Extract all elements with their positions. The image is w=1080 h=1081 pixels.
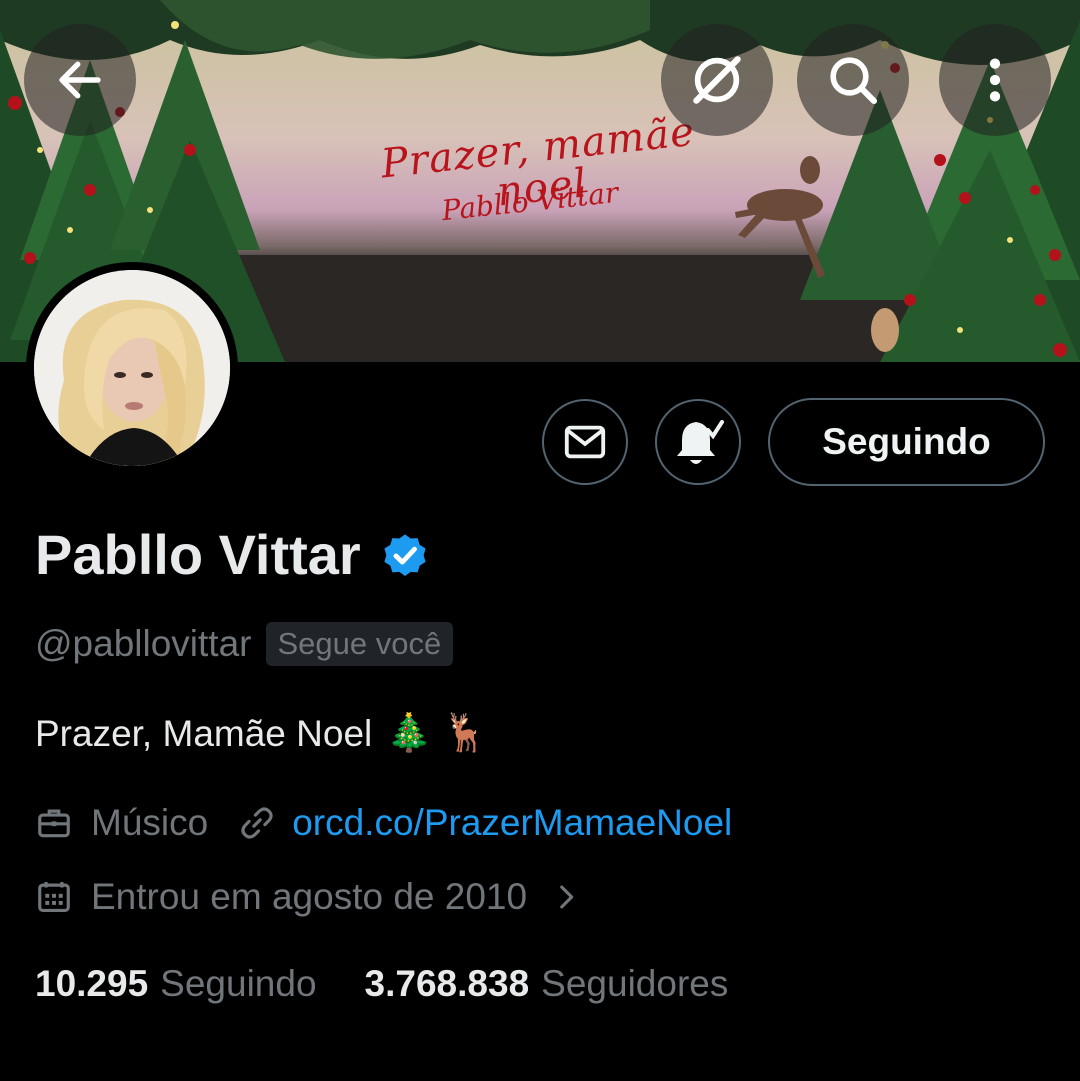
deer-emoji: 🦌 — [442, 712, 489, 753]
more-button[interactable] — [939, 24, 1051, 136]
profile-link[interactable]: orcd.co/PrazerMamaeNoel — [292, 802, 732, 844]
chevron-right-icon — [560, 885, 574, 909]
notifications-button[interactable] — [655, 399, 741, 485]
follow-stats: 10.295 Seguindo 3.768.838 Seguidores — [35, 963, 728, 1005]
following-count: 10.295 — [35, 963, 149, 1004]
profession: Músico — [91, 802, 209, 843]
bio: Prazer, Mamãe Noel 🎄 🦌 — [35, 712, 488, 755]
back-button[interactable] — [24, 24, 136, 136]
follows-you-badge: Segue você — [265, 622, 454, 666]
link-icon — [241, 807, 273, 839]
search-icon — [830, 57, 878, 105]
joined-date: Entrou em agosto de 2010 — [91, 876, 528, 917]
profile-name: Pabllo Vittar — [35, 522, 431, 587]
joined-row[interactable]: Entrou em agosto de 2010 — [35, 876, 583, 918]
display-name: Pabllo Vittar — [35, 523, 361, 586]
handle: @pabllovittar — [35, 623, 252, 664]
search-button[interactable] — [797, 24, 909, 136]
arrow-left-icon — [59, 61, 101, 99]
following-stat[interactable]: 10.295 Seguindo — [35, 963, 317, 1005]
avatar-image — [34, 270, 230, 466]
bio-text: Prazer, Mamãe Noel — [35, 712, 373, 754]
followers-label: Seguidores — [541, 963, 729, 1004]
more-vertical-icon — [989, 58, 1001, 102]
envelope-icon — [564, 425, 606, 459]
following-button[interactable]: Seguindo — [768, 398, 1045, 486]
briefcase-icon — [38, 809, 70, 838]
following-label: Seguindo — [160, 963, 317, 1004]
followers-count: 3.768.838 — [364, 963, 530, 1004]
avatar[interactable] — [26, 262, 238, 474]
bell-check-icon — [677, 420, 724, 464]
handle-row: @pabllovittar Segue você — [35, 622, 454, 666]
christmas-tree-emoji: 🎄 — [386, 712, 433, 753]
message-button[interactable] — [542, 399, 628, 485]
grok-button[interactable] — [661, 24, 773, 136]
slashed-circle-icon — [693, 56, 741, 104]
followers-stat[interactable]: 3.768.838 Seguidores — [365, 963, 729, 1005]
profile-meta-row: Músico orcd.co/PrazerMamaeNoel — [35, 802, 732, 844]
verified-badge-icon[interactable] — [379, 529, 431, 581]
calendar-icon — [38, 881, 70, 913]
